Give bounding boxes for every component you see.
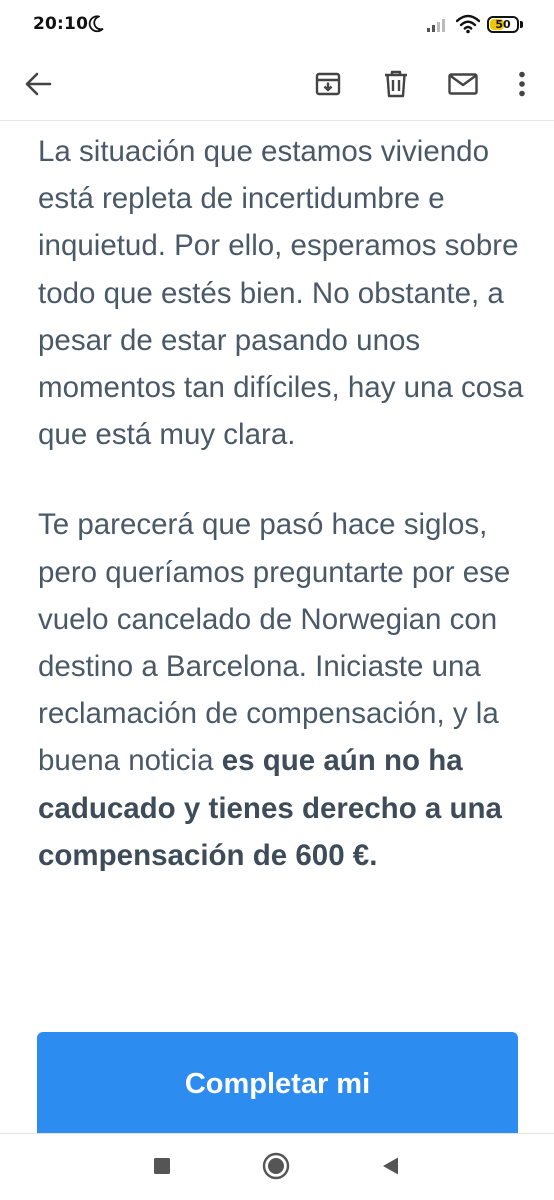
nav-back-button[interactable] — [368, 1146, 412, 1190]
mark-unread-button[interactable] — [437, 60, 489, 112]
archive-button[interactable] — [302, 60, 354, 112]
home-button[interactable] — [254, 1146, 298, 1190]
email-paragraph-2: Te parecerá que pasó hace siglos, pero q… — [38, 501, 528, 879]
status-bar: 20:10 50 — [0, 0, 554, 52]
email-paragraph-1: La situación que estamos viviendo está r… — [38, 135, 524, 452]
back-arrow-icon — [24, 72, 52, 101]
moon-icon — [88, 15, 104, 38]
email-paragraph-2-text: Te parecerá que pasó hace siglos, pero q… — [38, 508, 511, 778]
delete-button[interactable] — [370, 60, 422, 112]
more-vert-icon — [518, 71, 526, 102]
signal-icon — [427, 17, 449, 37]
navigation-bar — [0, 1133, 554, 1200]
archive-icon — [315, 71, 341, 102]
recents-button[interactable] — [140, 1146, 184, 1190]
email-toolbar — [0, 52, 554, 120]
back-button[interactable] — [12, 60, 64, 112]
battery-tip — [520, 21, 523, 28]
recents-square-icon — [152, 1156, 172, 1181]
status-time: 20:10 — [33, 14, 89, 34]
mail-icon — [448, 72, 478, 100]
battery-level: 50 — [495, 18, 511, 31]
back-triangle-icon — [379, 1155, 401, 1182]
more-options-button[interactable] — [497, 60, 547, 112]
trash-icon — [384, 70, 408, 103]
toolbar-divider — [0, 120, 554, 121]
email-body: La situación que estamos viviendo está r… — [38, 128, 528, 879]
wifi-icon — [455, 14, 481, 39]
battery-icon: 50 — [487, 16, 519, 33]
home-circle-icon — [262, 1152, 290, 1185]
